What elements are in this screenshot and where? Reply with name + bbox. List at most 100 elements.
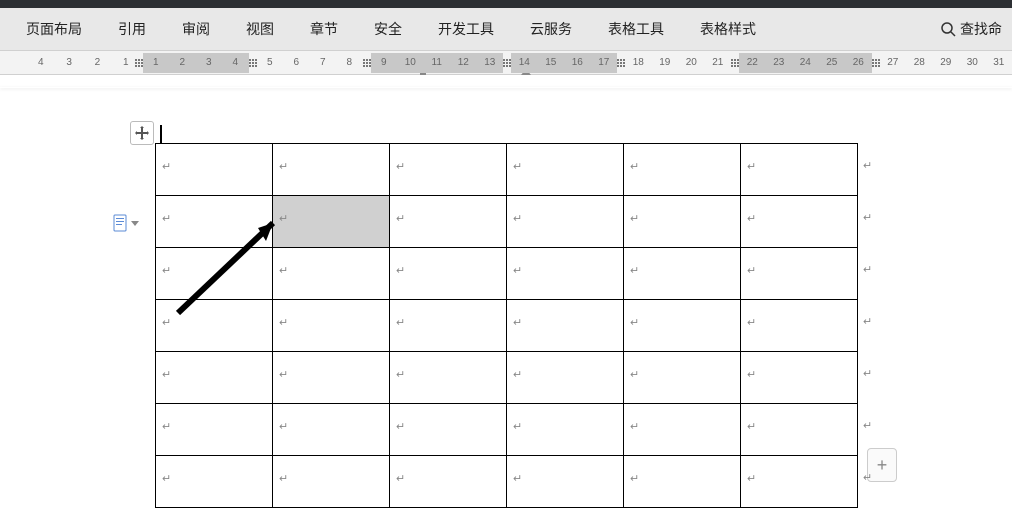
- ruler-left-margin: 4 3 2 1: [32, 57, 135, 68]
- menu-page-layout[interactable]: 页面布局: [8, 8, 100, 50]
- paragraph-mark: ↵: [162, 368, 171, 381]
- paragraph-mark: ↵: [279, 368, 288, 381]
- ruler-column-grip[interactable]: [872, 59, 880, 67]
- table-cell[interactable]: ↵: [624, 352, 741, 404]
- table-cell[interactable]: ↵: [507, 300, 624, 352]
- paragraph-mark: ↵: [747, 212, 756, 225]
- table-cell[interactable]: ↵: [273, 352, 390, 404]
- ruler-column-grip[interactable]: [363, 59, 371, 67]
- table-cell[interactable]: ↵: [624, 196, 741, 248]
- table-cell[interactable]: ↵: [624, 456, 741, 508]
- table-cell[interactable]: ↵: [741, 404, 858, 456]
- table-cell[interactable]: ↵: [273, 144, 390, 196]
- table-cell[interactable]: ↵: [390, 248, 507, 300]
- paragraph-mark: ↵: [279, 212, 288, 225]
- ruler-tick: 2: [169, 53, 196, 73]
- plus-icon: +: [877, 455, 888, 476]
- menu-security[interactable]: 安全: [356, 8, 420, 50]
- table-cell[interactable]: ↵: [156, 456, 273, 508]
- table-cell[interactable]: ↵: [624, 248, 741, 300]
- menu-table-style[interactable]: 表格样式: [682, 8, 774, 50]
- ruler-tick: 31: [986, 57, 1012, 68]
- table-cell[interactable]: ↵: [390, 456, 507, 508]
- ruler-column-grip[interactable]: [249, 59, 257, 67]
- paragraph-mark: ↵: [863, 211, 872, 224]
- ruler-tick: 24: [792, 53, 819, 73]
- paragraph-mark: ↵: [396, 472, 405, 485]
- table-cell[interactable]: ↵: [156, 144, 273, 196]
- menu-label: 章节: [310, 19, 338, 39]
- document-table[interactable]: ↵↵↵↵↵↵↵↵↵↵↵↵↵↵↵↵↵↵↵↵↵↵↵↵↵↵↵↵↵↵↵↵↵↵↵↵↵↵↵↵…: [155, 143, 858, 508]
- ruler-tick: 1: [123, 57, 129, 68]
- paragraph-mark: ↵: [863, 471, 872, 484]
- table-move-handle[interactable]: [130, 121, 154, 145]
- ruler-column-grip[interactable]: [503, 59, 511, 67]
- ruler-tick: 30: [959, 57, 986, 68]
- ruler-tick: 5: [257, 57, 284, 68]
- menu-review[interactable]: 审阅: [164, 8, 228, 50]
- document-area[interactable]: ↵↵↵↵↵↵↵↵↵↵↵↵↵↵↵↵↵↵↵↵↵↵↵↵↵↵↵↵↵↵↵↵↵↵↵↵↵↵↵↵…: [0, 75, 1012, 522]
- paste-options-button[interactable]: [112, 213, 139, 233]
- menu-cloud[interactable]: 云服务: [512, 8, 590, 50]
- table-cell[interactable]: ↵: [741, 300, 858, 352]
- menu-label: 开发工具: [438, 19, 494, 39]
- paragraph-mark: ↵: [630, 368, 639, 381]
- table-cell[interactable]: ↵: [273, 248, 390, 300]
- menu-table-tools[interactable]: 表格工具: [590, 8, 682, 50]
- table-cell[interactable]: ↵: [273, 456, 390, 508]
- table-cell[interactable]: ↵: [390, 404, 507, 456]
- table-cell[interactable]: ↵: [741, 144, 858, 196]
- table-cell[interactable]: ↵: [624, 300, 741, 352]
- table-cell[interactable]: ↵: [273, 196, 390, 248]
- menu-label: 审阅: [182, 19, 210, 39]
- paragraph-mark: ↵: [863, 367, 872, 380]
- ruler-column-grip[interactable]: [731, 59, 739, 67]
- table-cell[interactable]: ↵: [390, 300, 507, 352]
- table-cell[interactable]: ↵: [507, 196, 624, 248]
- table-cell[interactable]: ↵: [741, 248, 858, 300]
- table-cell[interactable]: ↵: [156, 196, 273, 248]
- menubar: 页面布局 引用 审阅 视图 章节 安全 开发工具 云服务 表格工具 表格样式 查…: [0, 8, 1012, 51]
- paragraph-mark: ↵: [863, 419, 872, 432]
- table-cell[interactable]: ↵: [273, 300, 390, 352]
- table-row: ↵↵↵↵↵↵: [156, 352, 858, 404]
- table-cell[interactable]: ↵: [156, 248, 273, 300]
- table-row: ↵↵↵↵↵↵: [156, 456, 858, 508]
- table-cell[interactable]: ↵: [390, 196, 507, 248]
- table-cell[interactable]: ↵: [507, 404, 624, 456]
- menu-references[interactable]: 引用: [100, 8, 164, 50]
- menu-view[interactable]: 视图: [228, 8, 292, 50]
- table-cell[interactable]: ↵: [624, 144, 741, 196]
- ruler-main[interactable]: 1234567891011121314151617181920212223242…: [143, 53, 1012, 73]
- table-cell[interactable]: ↵: [741, 352, 858, 404]
- table-cell[interactable]: ↵: [624, 404, 741, 456]
- ruler-tick: 22: [739, 53, 766, 73]
- table-cell[interactable]: ↵: [507, 352, 624, 404]
- ruler-tick: 12: [450, 53, 477, 73]
- ruler[interactable]: 4 3 2 1 12345678910111213141516171819202…: [0, 51, 1012, 75]
- paragraph-mark: ↵: [747, 160, 756, 173]
- table-cell[interactable]: ↵: [156, 404, 273, 456]
- menu-section[interactable]: 章节: [292, 8, 356, 50]
- ruler-tick: 15: [538, 53, 565, 73]
- ruler-column-grip[interactable]: [617, 59, 625, 67]
- table-cell[interactable]: ↵: [507, 144, 624, 196]
- paragraph-mark: ↵: [279, 420, 288, 433]
- table-cell[interactable]: ↵: [390, 352, 507, 404]
- table-cell[interactable]: ↵: [507, 248, 624, 300]
- table-cell[interactable]: ↵: [741, 456, 858, 508]
- ruler-grip[interactable]: [135, 59, 143, 67]
- table-cell[interactable]: ↵: [507, 456, 624, 508]
- table-cell[interactable]: ↵: [156, 352, 273, 404]
- table-cell[interactable]: ↵: [390, 144, 507, 196]
- menu-label: 表格工具: [608, 19, 664, 39]
- paragraph-mark: ↵: [863, 315, 872, 328]
- table-cell[interactable]: ↵: [273, 404, 390, 456]
- search-command[interactable]: 查找命: [930, 8, 1012, 50]
- table-cell[interactable]: ↵: [156, 300, 273, 352]
- paragraph-mark: ↵: [396, 316, 405, 329]
- menu-devtools[interactable]: 开发工具: [420, 8, 512, 50]
- table-row: ↵↵↵↵↵↵: [156, 404, 858, 456]
- paragraph-mark: ↵: [630, 212, 639, 225]
- table-cell[interactable]: ↵: [741, 196, 858, 248]
